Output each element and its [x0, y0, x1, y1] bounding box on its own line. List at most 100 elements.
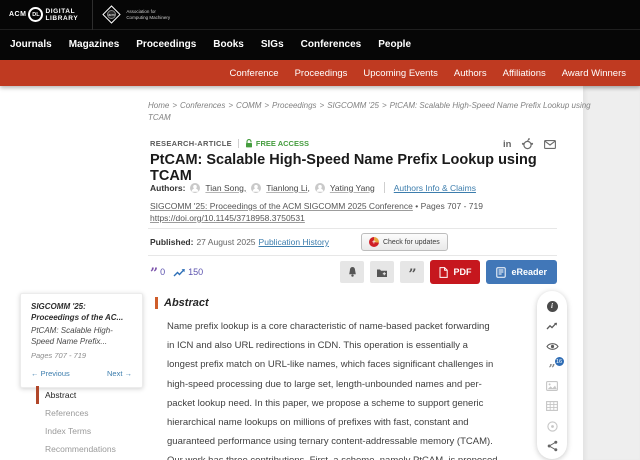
section-nav-index-terms[interactable]: Index Terms	[36, 422, 142, 440]
nav-books[interactable]: Books	[213, 39, 244, 50]
section-nav-references[interactable]: References	[36, 404, 142, 422]
breadcrumb-conferences[interactable]: Conferences	[180, 101, 225, 110]
digital-library-text: DIGITAL LIBRARY	[45, 8, 78, 22]
confnav-affiliations[interactable]: Affiliations	[503, 68, 546, 79]
nav-conferences[interactable]: Conferences	[301, 39, 362, 50]
info-tool[interactable]: i	[546, 300, 559, 312]
ereader-button[interactable]: eReader	[486, 260, 557, 284]
references-count-badge: 16	[554, 356, 565, 367]
metrics-tool[interactable]	[546, 320, 559, 332]
abstract-heading: Abstract	[155, 297, 500, 309]
confnav-award-winners[interactable]: Award Winners	[562, 68, 626, 79]
next-article-link[interactable]: Next →	[107, 369, 132, 378]
free-access-badge[interactable]: FREE ACCESS	[245, 139, 309, 148]
article-title: PtCAM: Scalable High-Speed Name Prefix L…	[150, 152, 570, 184]
author-tian-song[interactable]: Tian Song,	[205, 183, 246, 193]
author-yating-yang[interactable]: Yating Yang	[330, 183, 375, 193]
pdf-label: PDF	[453, 267, 471, 277]
breadcrumb-separator: >	[382, 101, 387, 110]
section-nav-recommendations[interactable]: Recommendations	[36, 440, 142, 458]
primary-nav: Journals Magazines Proceedings Books SIG…	[0, 30, 640, 59]
breadcrumb-home[interactable]: Home	[148, 101, 169, 110]
email-icon[interactable]	[544, 140, 556, 149]
previous-article-link[interactable]: ← Previous	[31, 369, 70, 378]
nav-sigs[interactable]: SIGs	[261, 39, 284, 50]
dl-text: DL	[32, 12, 39, 18]
cite-quote-icon: ”	[408, 271, 416, 279]
confnav-conference[interactable]: Conference	[229, 68, 278, 79]
downloads-count: 150	[188, 267, 203, 277]
association-line2: Computing Machinery	[126, 15, 170, 21]
acm-dl-article-page: ACM DL DIGITAL LIBRARY acm Association f…	[0, 0, 640, 460]
metrics-actions-row: ” 0 150 ” PDF eReader	[150, 260, 557, 284]
publication-info: SIGCOMM '25: Proceedings of the ACM SIGC…	[150, 201, 570, 224]
references-tool[interactable]: ” 16	[546, 360, 559, 372]
ereader-label: eReader	[511, 267, 547, 277]
citations-count: 0	[160, 267, 165, 277]
breadcrumb-separator: >	[172, 101, 177, 110]
nav-proceedings[interactable]: Proceedings	[136, 39, 196, 50]
media-disc-icon	[547, 421, 558, 432]
logo-divider	[92, 0, 93, 30]
card-pages: Pages 707 - 719	[31, 351, 132, 360]
author-tianlong-li[interactable]: Tianlong Li,	[266, 183, 310, 193]
alerts-button[interactable]	[340, 261, 364, 283]
open-lock-icon	[245, 139, 253, 148]
references-quote-icon: ”	[549, 365, 556, 373]
acm-logo-text: ACM	[9, 11, 26, 18]
article-type-label: RESEARCH-ARTICLE	[150, 139, 232, 148]
downloads-metric[interactable]: 150	[173, 267, 203, 278]
abstract-text: Name prefix lookup is a core characteris…	[167, 317, 498, 460]
breadcrumb-proceedings[interactable]: Proceedings	[272, 101, 316, 110]
nav-journals[interactable]: Journals	[10, 39, 52, 50]
confnav-authors[interactable]: Authors	[454, 68, 487, 79]
acm-diamond-text: acm	[107, 10, 116, 19]
card-paper-title[interactable]: PtCAM: Scalable High-Speed Name Prefix..…	[31, 326, 132, 347]
acm-dl-gear-icon: DL	[28, 7, 43, 22]
authors-row: Authors: Tian Song, Tianlong Li, Yating …	[150, 182, 476, 193]
acm-dl-logo[interactable]: ACM DL DIGITAL LIBRARY	[9, 7, 78, 22]
linkedin-icon[interactable]: in	[503, 139, 511, 150]
check-for-updates-button[interactable]: + Check for updates	[361, 233, 448, 251]
nav-people[interactable]: People	[378, 39, 411, 50]
cite-button[interactable]: ”	[400, 261, 424, 283]
view-tool[interactable]	[546, 340, 559, 352]
tables-tool[interactable]	[546, 400, 559, 412]
breadcrumb-comm[interactable]: COMM	[236, 101, 261, 110]
acm-association-logo[interactable]: acm Association for Computing Machinery	[105, 8, 170, 21]
figure-image-icon	[546, 381, 558, 391]
publication-history-link[interactable]: Publication History	[259, 237, 329, 247]
citations-metric[interactable]: ” 0	[150, 267, 165, 277]
pdf-button[interactable]: PDF	[430, 260, 480, 284]
digital-line: DIGITAL	[45, 8, 78, 15]
breadcrumb-separator: >	[320, 101, 325, 110]
confnav-upcoming-events[interactable]: Upcoming Events	[363, 68, 437, 79]
folder-plus-icon	[376, 267, 388, 278]
share-tool[interactable]	[546, 440, 559, 452]
add-to-binder-button[interactable]	[370, 261, 394, 283]
media-tool[interactable]	[546, 420, 559, 432]
article-tools-toolbar: i ” 16	[537, 291, 567, 459]
confnav-proceedings[interactable]: Proceedings	[295, 68, 348, 79]
page-right-gutter	[583, 86, 640, 460]
abstract-section: Abstract Name prefix lookup is a core ch…	[155, 297, 500, 460]
author-avatar	[190, 183, 200, 193]
site-header: ACM DL DIGITAL LIBRARY acm Association f…	[0, 0, 640, 60]
authors-info-claims-link[interactable]: Authors Info & Claims	[394, 183, 476, 193]
ereader-icon	[496, 267, 506, 278]
nav-magazines[interactable]: Magazines	[69, 39, 120, 50]
action-buttons: ” PDF eReader	[340, 260, 557, 284]
doi-link[interactable]: https://doi.org/10.1145/3718958.3750531	[150, 213, 305, 223]
pages-separator: •	[415, 201, 418, 211]
previous-label: Previous	[41, 369, 70, 378]
figures-tool[interactable]	[546, 380, 559, 392]
card-venue-title[interactable]: SIGCOMM '25: Proceedings of the AC...	[31, 302, 132, 323]
authors-divider	[384, 182, 385, 193]
social-share-row: in	[503, 138, 556, 150]
author-avatar	[315, 183, 325, 193]
reddit-icon[interactable]	[521, 138, 534, 150]
breadcrumb: Home>Conferences>COMM>Proceedings>SIGCOM…	[148, 100, 594, 124]
section-nav-abstract[interactable]: Abstract	[36, 386, 142, 404]
venue-link[interactable]: SIGCOMM '25: Proceedings of the ACM SIGC…	[150, 201, 413, 211]
breadcrumb-sigcomm25[interactable]: SIGCOMM '25	[327, 101, 379, 110]
